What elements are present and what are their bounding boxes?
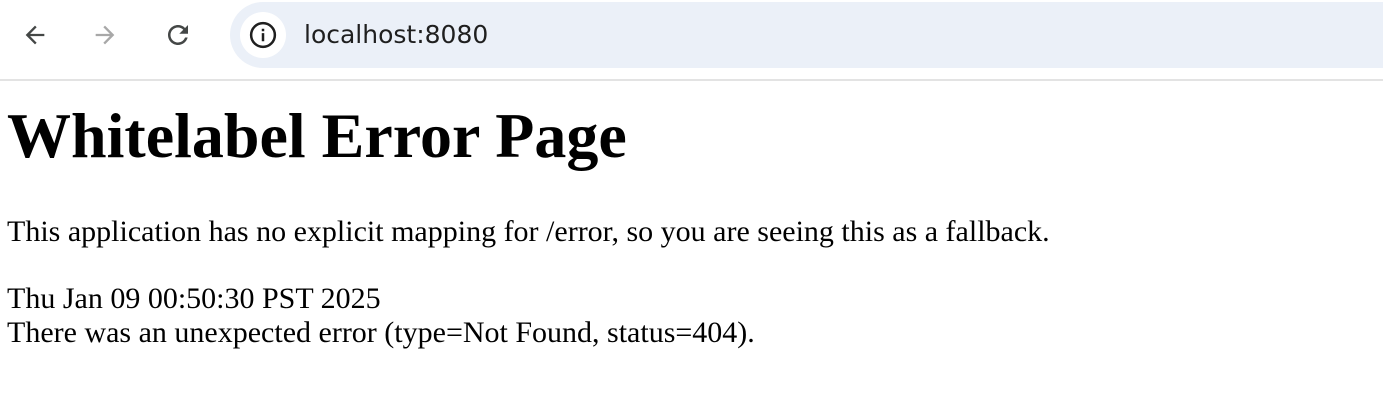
browser-toolbar: localhost:8080 [0, 0, 1383, 81]
back-button[interactable] [17, 17, 53, 53]
error-message: There was an unexpected error (type=Not … [7, 316, 755, 349]
info-icon [249, 21, 277, 49]
page-title: Whitelabel Error Page [7, 100, 627, 171]
reload-button[interactable] [160, 17, 196, 53]
reload-icon [168, 25, 188, 45]
site-info-button[interactable] [240, 12, 286, 58]
error-timestamp: Thu Jan 09 00:50:30 PST 2025 [7, 282, 381, 315]
forward-button[interactable] [87, 17, 123, 53]
url-text[interactable]: localhost:8080 [304, 18, 488, 52]
address-bar[interactable]: localhost:8080 [230, 2, 1383, 68]
back-arrow-icon [25, 25, 45, 45]
error-description: This application has no explicit mapping… [7, 215, 1050, 248]
error-details: Thu Jan 09 00:50:30 PST 2025 There was a… [7, 282, 1377, 350]
forward-arrow-icon [95, 25, 115, 45]
page-content: Whitelabel Error Page This application h… [7, 98, 1377, 350]
